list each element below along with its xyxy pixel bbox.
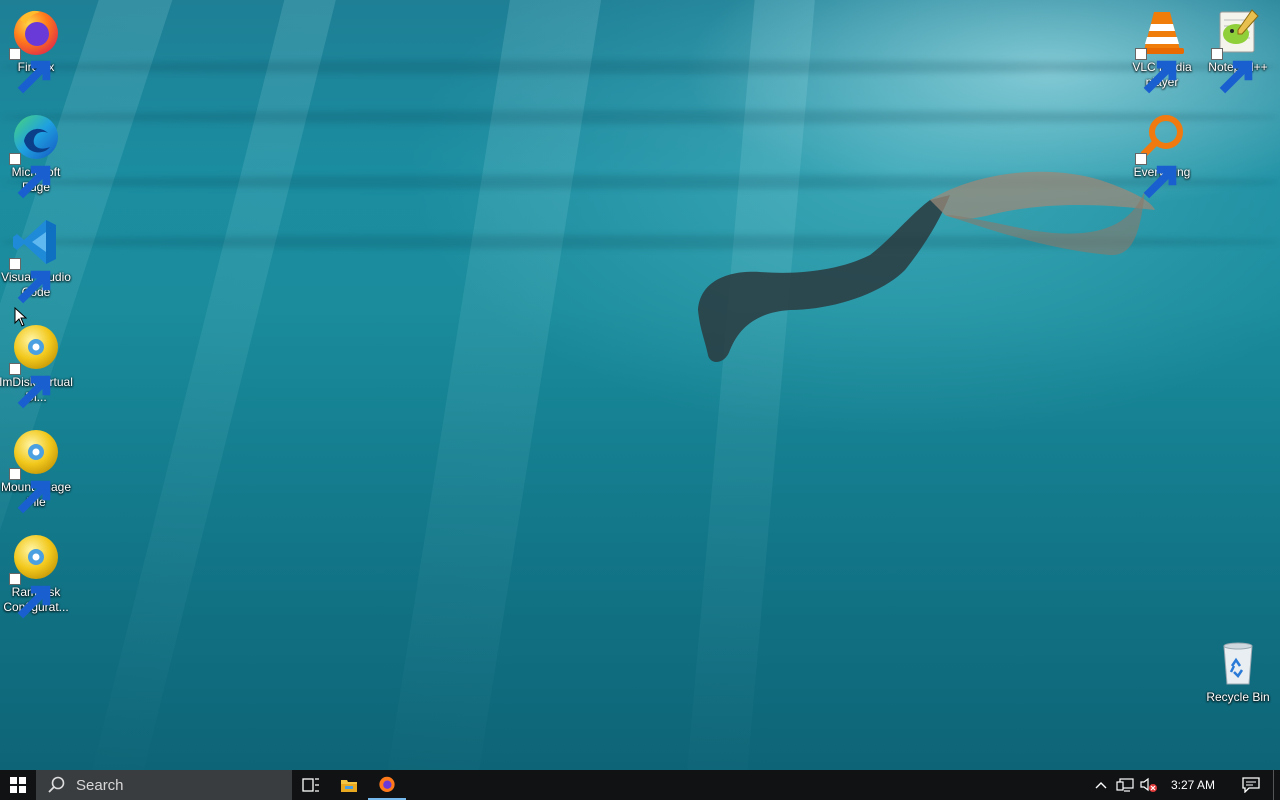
system-tray: 3:27 AM [1089,770,1280,800]
firefox-icon [379,776,395,792]
shortcut-arrow-icon [1135,48,1177,94]
desktop-icon-notepadpp[interactable]: Notepad++ [1200,6,1276,94]
desktop-icon-ramdisk[interactable]: RamDisk Configurat... [0,531,74,619]
search-icon [48,776,65,793]
firefox-taskbar-button[interactable] [368,770,406,800]
volume-muted-icon [1140,777,1157,792]
action-center-button[interactable] [1229,770,1273,800]
desktop-icon-firefox[interactable]: Firefox [0,6,74,94]
recycle-bin-icon [1223,642,1253,685]
water-ripple [0,110,1280,124]
volume-button[interactable] [1137,770,1161,800]
search-placeholder: Search [76,776,124,794]
network-button[interactable] [1113,770,1137,800]
notification-icon [1242,777,1260,793]
icon-label: Recycle Bin [1206,690,1270,704]
windows-logo-icon [10,777,26,793]
desktop-icon-recycle-bin[interactable]: Recycle Bin [1200,636,1276,705]
taskbar-clock[interactable]: 3:27 AM [1161,778,1229,792]
shortcut-arrow-icon [1135,153,1177,199]
show-desktop-button[interactable] [1273,770,1280,800]
desktop-icon-vscode[interactable]: Visual Studio Code [0,216,74,304]
shortcut-arrow-icon [9,48,51,94]
taskbar-search-box[interactable]: Search [36,770,292,800]
task-view-button[interactable] [292,770,330,800]
shortcut-arrow-icon [9,153,51,199]
chevron-up-icon [1095,782,1107,789]
desktop-icon-edge[interactable]: Microsoft Edge [0,111,74,199]
desktop-icon-vlc[interactable]: VLC media player [1124,6,1200,94]
desktop-icon-imdisk[interactable]: ImDisk Virtual Di... [0,321,74,409]
task-view-icon [302,778,319,792]
desktop-icon-mount-image[interactable]: Mount Image File [0,426,74,514]
taskbar: Search 3:27 AM [0,770,1280,800]
file-explorer-button[interactable] [330,770,368,800]
shortcut-arrow-icon [9,468,51,514]
desktop[interactable]: Firefox Microsoft Edge Visual Studio Cod… [0,0,1280,770]
mouse-cursor-icon [14,307,28,327]
start-button[interactable] [0,770,36,800]
shortcut-arrow-icon [9,573,51,619]
shortcut-arrow-icon [1211,48,1253,94]
water-ripple [0,60,1280,74]
folder-icon [341,780,357,792]
shortcut-arrow-icon [9,363,51,409]
freediver-silhouette [698,171,1155,362]
desktop-icon-everything[interactable]: Everything [1124,111,1200,199]
shortcut-arrow-icon [9,258,51,304]
network-icon [1116,778,1134,792]
show-hidden-icons-button[interactable] [1089,770,1113,800]
